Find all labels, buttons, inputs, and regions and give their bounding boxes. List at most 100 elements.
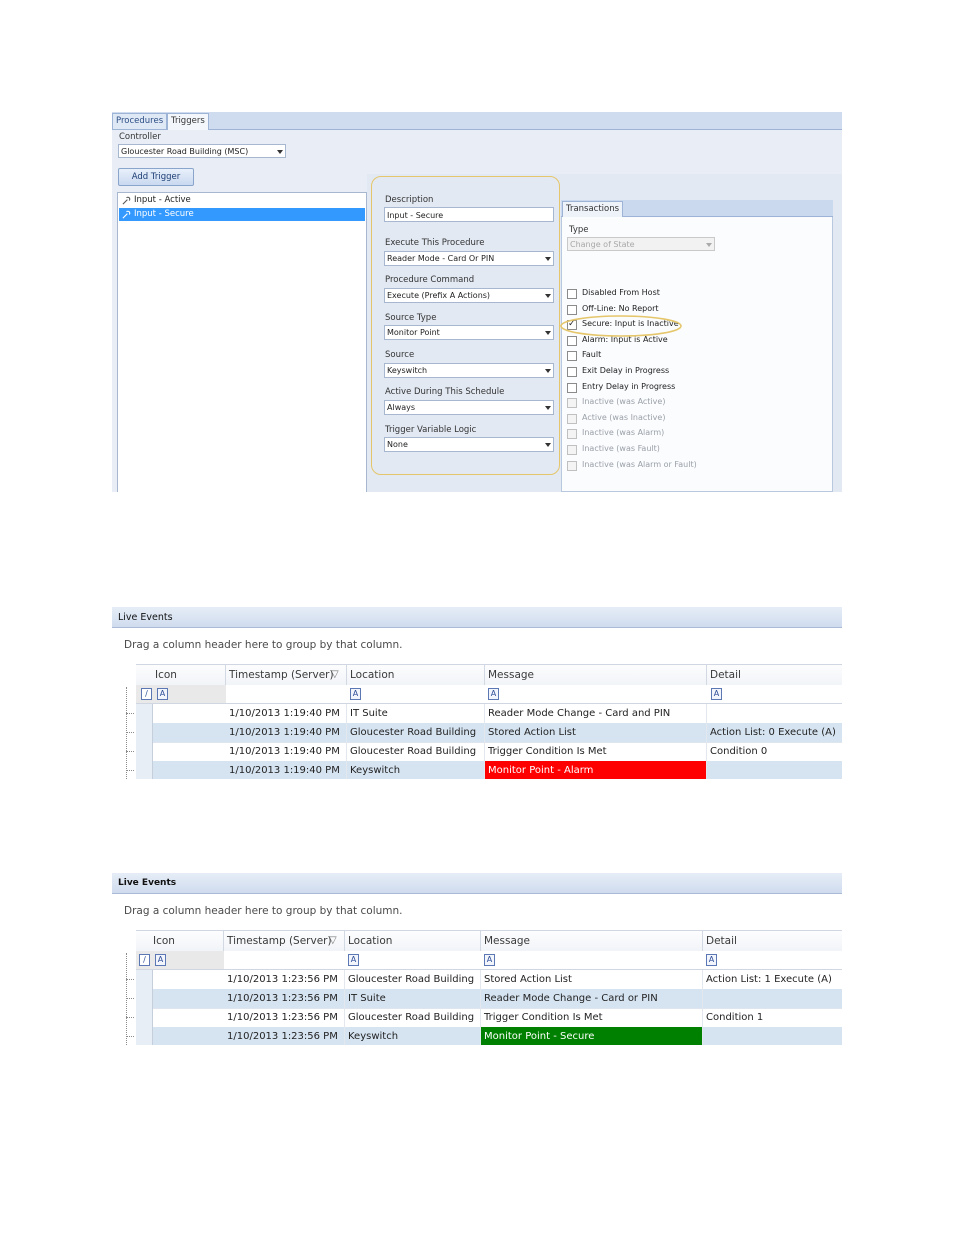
- table-row[interactable]: 1/10/2013 1:19:40 PM IT Suite Reader Mode …: [136, 704, 842, 724]
- cell-detail: Condition 1: [703, 1008, 842, 1027]
- column-header-icon[interactable]: Icon: [150, 931, 224, 951]
- filter-toggle-icon[interactable]: ∕: [139, 954, 150, 966]
- trigger-icon: [122, 196, 131, 205]
- cell-detail: [707, 761, 842, 779]
- row-indicator[interactable]: [136, 989, 153, 1008]
- tab-bar: Procedures Triggers: [112, 112, 842, 130]
- row-indicator[interactable]: [136, 704, 153, 723]
- checkbox: [567, 460, 577, 471]
- controller-select-value: Gloucester Road Building (MSC): [121, 147, 249, 156]
- filter-glyph-icon[interactable]: A: [711, 688, 722, 700]
- row-indicator[interactable]: [136, 970, 153, 989]
- chevron-down-icon: [545, 369, 551, 373]
- column-header-detail[interactable]: Detail: [707, 665, 842, 685]
- list-item-label: Input - Secure: [134, 209, 194, 219]
- cell-timestamp: 1/10/2013 1:19:40 PM: [226, 761, 347, 779]
- table-row[interactable]: 1/10/2013 1:23:56 PM IT Suite Reader Mode …: [136, 989, 842, 1009]
- checkbox: [567, 413, 577, 424]
- checkbox-label: Fault: [582, 350, 602, 360]
- table-row[interactable]: 1/10/2013 1:19:40 PM Gloucester Road Buil…: [136, 742, 842, 762]
- filter-glyph-icon[interactable]: A: [155, 954, 166, 966]
- checkbox[interactable]: [567, 382, 577, 393]
- column-header-detail[interactable]: Detail: [703, 931, 842, 951]
- filter-glyph-icon[interactable]: A: [488, 688, 499, 700]
- table-row[interactable]: 1/10/2013 1:23:56 PM Gloucester Road Buil…: [136, 1008, 842, 1028]
- checkbox-label: Inactive (was Alarm or Fault): [582, 459, 697, 469]
- row-indicator[interactable]: [136, 1027, 153, 1045]
- row-indicator[interactable]: [136, 723, 153, 742]
- cell-message: Stored Action List: [481, 970, 703, 989]
- table-row[interactable]: 1/10/2013 1:23:56 PM Gloucester Road Buil…: [136, 970, 842, 990]
- execute-procedure-select[interactable]: Reader Mode - Card Or PIN: [384, 251, 554, 266]
- schedule-label: Active During This Schedule: [385, 387, 505, 397]
- procedure-command-select[interactable]: Execute (Prefix A Actions): [384, 288, 554, 303]
- list-item-selected[interactable]: Input - Secure: [119, 208, 365, 221]
- row-indicator[interactable]: [136, 1008, 153, 1027]
- cell-message: Trigger Condition Is Met: [481, 1008, 703, 1027]
- tab-transactions[interactable]: Transactions: [562, 201, 624, 217]
- cell-location: Gloucester Road Building: [345, 970, 481, 989]
- cell-detail: [703, 989, 842, 1008]
- column-header-timestamp[interactable]: Timestamp (Server) ▽: [224, 931, 345, 951]
- cell-location: IT Suite: [347, 704, 485, 723]
- description-input[interactable]: Input - Secure: [384, 207, 554, 222]
- table-row[interactable]: 1/10/2013 1:23:56 PM Keyswitch Monitor Poi…: [136, 1027, 842, 1045]
- cell-detail: Action List: 1 Execute (A): [703, 970, 842, 989]
- add-trigger-button[interactable]: Add Trigger: [118, 168, 194, 186]
- filter-funnel-icon[interactable]: ▽: [331, 665, 339, 685]
- filter-glyph-icon[interactable]: A: [350, 688, 361, 700]
- schedule-select[interactable]: Always: [384, 400, 554, 415]
- controller-select[interactable]: Gloucester Road Building (MSC): [118, 144, 286, 158]
- column-header-message[interactable]: Message: [481, 931, 703, 951]
- cell-timestamp: 1/10/2013 1:23:56 PM: [224, 970, 345, 989]
- cell-timestamp: 1/10/2013 1:23:56 PM: [224, 989, 345, 1008]
- schedule-value: Always: [387, 403, 416, 412]
- type-select: Change of State: [567, 237, 715, 251]
- row-indicator[interactable]: [136, 742, 153, 761]
- source-select[interactable]: Keyswitch: [384, 363, 554, 378]
- checkbox[interactable]: [567, 367, 577, 377]
- filter-glyph-icon[interactable]: A: [484, 954, 495, 966]
- column-header-message[interactable]: Message: [485, 665, 707, 685]
- table-row[interactable]: 1/10/2013 1:19:40 PM Keyswitch Monitor Poi…: [136, 761, 842, 779]
- filter-toggle-icon[interactable]: ∕: [141, 688, 152, 700]
- cell-message: Trigger Condition Is Met: [485, 742, 707, 761]
- tab-triggers[interactable]: Triggers: [167, 113, 209, 130]
- filter-glyph-icon[interactable]: A: [157, 688, 168, 700]
- live-events-grid: Live Events Drag a column header here to…: [112, 873, 842, 1045]
- list-item-label: Input - Active: [134, 195, 191, 205]
- trigger-logic-select[interactable]: None: [384, 437, 554, 452]
- chevron-down-icon: [545, 406, 551, 410]
- group-hint: Drag a column header here to group by th…: [124, 905, 403, 917]
- checkbox-label: Inactive (was Fault): [582, 444, 660, 453]
- source-type-value: Monitor Point: [387, 328, 440, 337]
- cell-message: Reader Mode Change - Card and PIN: [485, 704, 707, 723]
- cell-timestamp: 1/10/2013 1:19:40 PM: [226, 723, 347, 742]
- filter-funnel-icon[interactable]: ▽: [329, 931, 337, 951]
- table-row[interactable]: 1/10/2013 1:19:40 PM Gloucester Road Buil…: [136, 723, 842, 743]
- list-item[interactable]: Input - Active: [119, 194, 365, 207]
- column-header-label: Timestamp (Server): [229, 669, 334, 681]
- type-value: Change of State: [570, 240, 635, 249]
- cell-timestamp: 1/10/2013 1:19:40 PM: [226, 704, 347, 723]
- live-events-grid: Live Events Drag a column header here to…: [112, 607, 842, 779]
- column-header-location[interactable]: Location: [347, 665, 485, 685]
- header-row: Icon Timestamp (Server) ▽ Location Messa…: [136, 930, 842, 952]
- row-indicator[interactable]: [136, 761, 153, 779]
- chevron-down-icon: [545, 257, 551, 261]
- checkbox: [567, 398, 577, 409]
- filter-glyph-icon[interactable]: A: [706, 954, 717, 966]
- checkbox[interactable]: [567, 351, 577, 362]
- column-header-timestamp[interactable]: Timestamp (Server) ▽: [226, 665, 347, 685]
- controller-label: Controller: [119, 132, 161, 142]
- source-type-select[interactable]: Monitor Point: [384, 325, 554, 340]
- cell-timestamp: 1/10/2013 1:23:56 PM: [224, 1008, 345, 1027]
- chevron-down-icon: [545, 294, 551, 298]
- column-header-icon[interactable]: Icon: [152, 665, 226, 685]
- column-header-location[interactable]: Location: [345, 931, 481, 951]
- filter-glyph-icon[interactable]: A: [348, 954, 359, 966]
- checkbox[interactable]: [567, 289, 577, 299]
- grid-title: Live Events: [112, 873, 842, 894]
- checkbox: [567, 445, 577, 455]
- tab-procedures[interactable]: Procedures: [112, 113, 168, 129]
